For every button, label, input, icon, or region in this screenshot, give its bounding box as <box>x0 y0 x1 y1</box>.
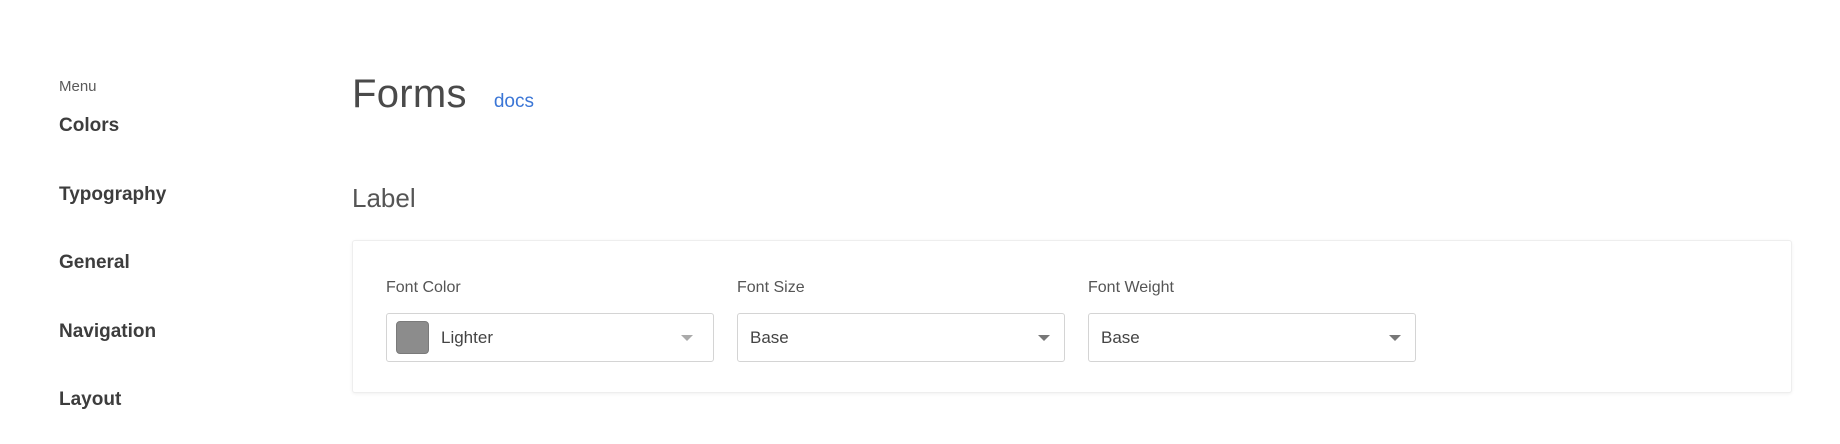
font-size-select[interactable]: Base <box>737 313 1065 362</box>
font-color-label: Font Color <box>386 279 461 296</box>
main-content: Forms docs Label Font Color Lighter Font… <box>352 72 1792 393</box>
menu-heading: Menu <box>59 78 97 95</box>
sidebar: Menu Colors Typography General Navigatio… <box>59 78 309 444</box>
font-weight-select[interactable]: Base <box>1088 313 1416 362</box>
sidebar-item-typography[interactable]: Typography <box>59 183 309 252</box>
font-weight-label: Font Weight <box>1088 279 1174 296</box>
sidebar-item-navigation[interactable]: Navigation <box>59 320 309 389</box>
title-row: Forms docs <box>352 72 1792 124</box>
font-size-value: Base <box>750 327 789 347</box>
page-title: Forms <box>352 72 467 116</box>
sidebar-item-colors[interactable]: Colors <box>59 114 309 183</box>
font-size-field: Font Size Base <box>737 279 1065 362</box>
font-color-value: Lighter <box>441 327 493 347</box>
chevron-down-icon <box>681 335 693 341</box>
font-color-select[interactable]: Lighter <box>386 313 714 362</box>
docs-link[interactable]: docs <box>494 91 534 113</box>
chevron-down-icon <box>1389 335 1401 341</box>
font-color-field: Font Color Lighter <box>386 279 714 362</box>
font-size-label: Font Size <box>737 279 805 296</box>
font-weight-field: Font Weight Base <box>1088 279 1416 362</box>
menu-list: Colors Typography General Navigation Lay… <box>59 114 309 444</box>
sidebar-item-layout[interactable]: Layout <box>59 388 309 444</box>
font-weight-value: Base <box>1101 327 1140 347</box>
label-settings-card: Font Color Lighter Font Size Base Font W… <box>352 240 1792 393</box>
sidebar-item-general[interactable]: General <box>59 251 309 320</box>
chevron-down-icon <box>1038 335 1050 341</box>
section-title: Label <box>352 183 416 213</box>
page: Menu Colors Typography General Navigatio… <box>0 0 1840 444</box>
color-swatch <box>396 321 429 354</box>
